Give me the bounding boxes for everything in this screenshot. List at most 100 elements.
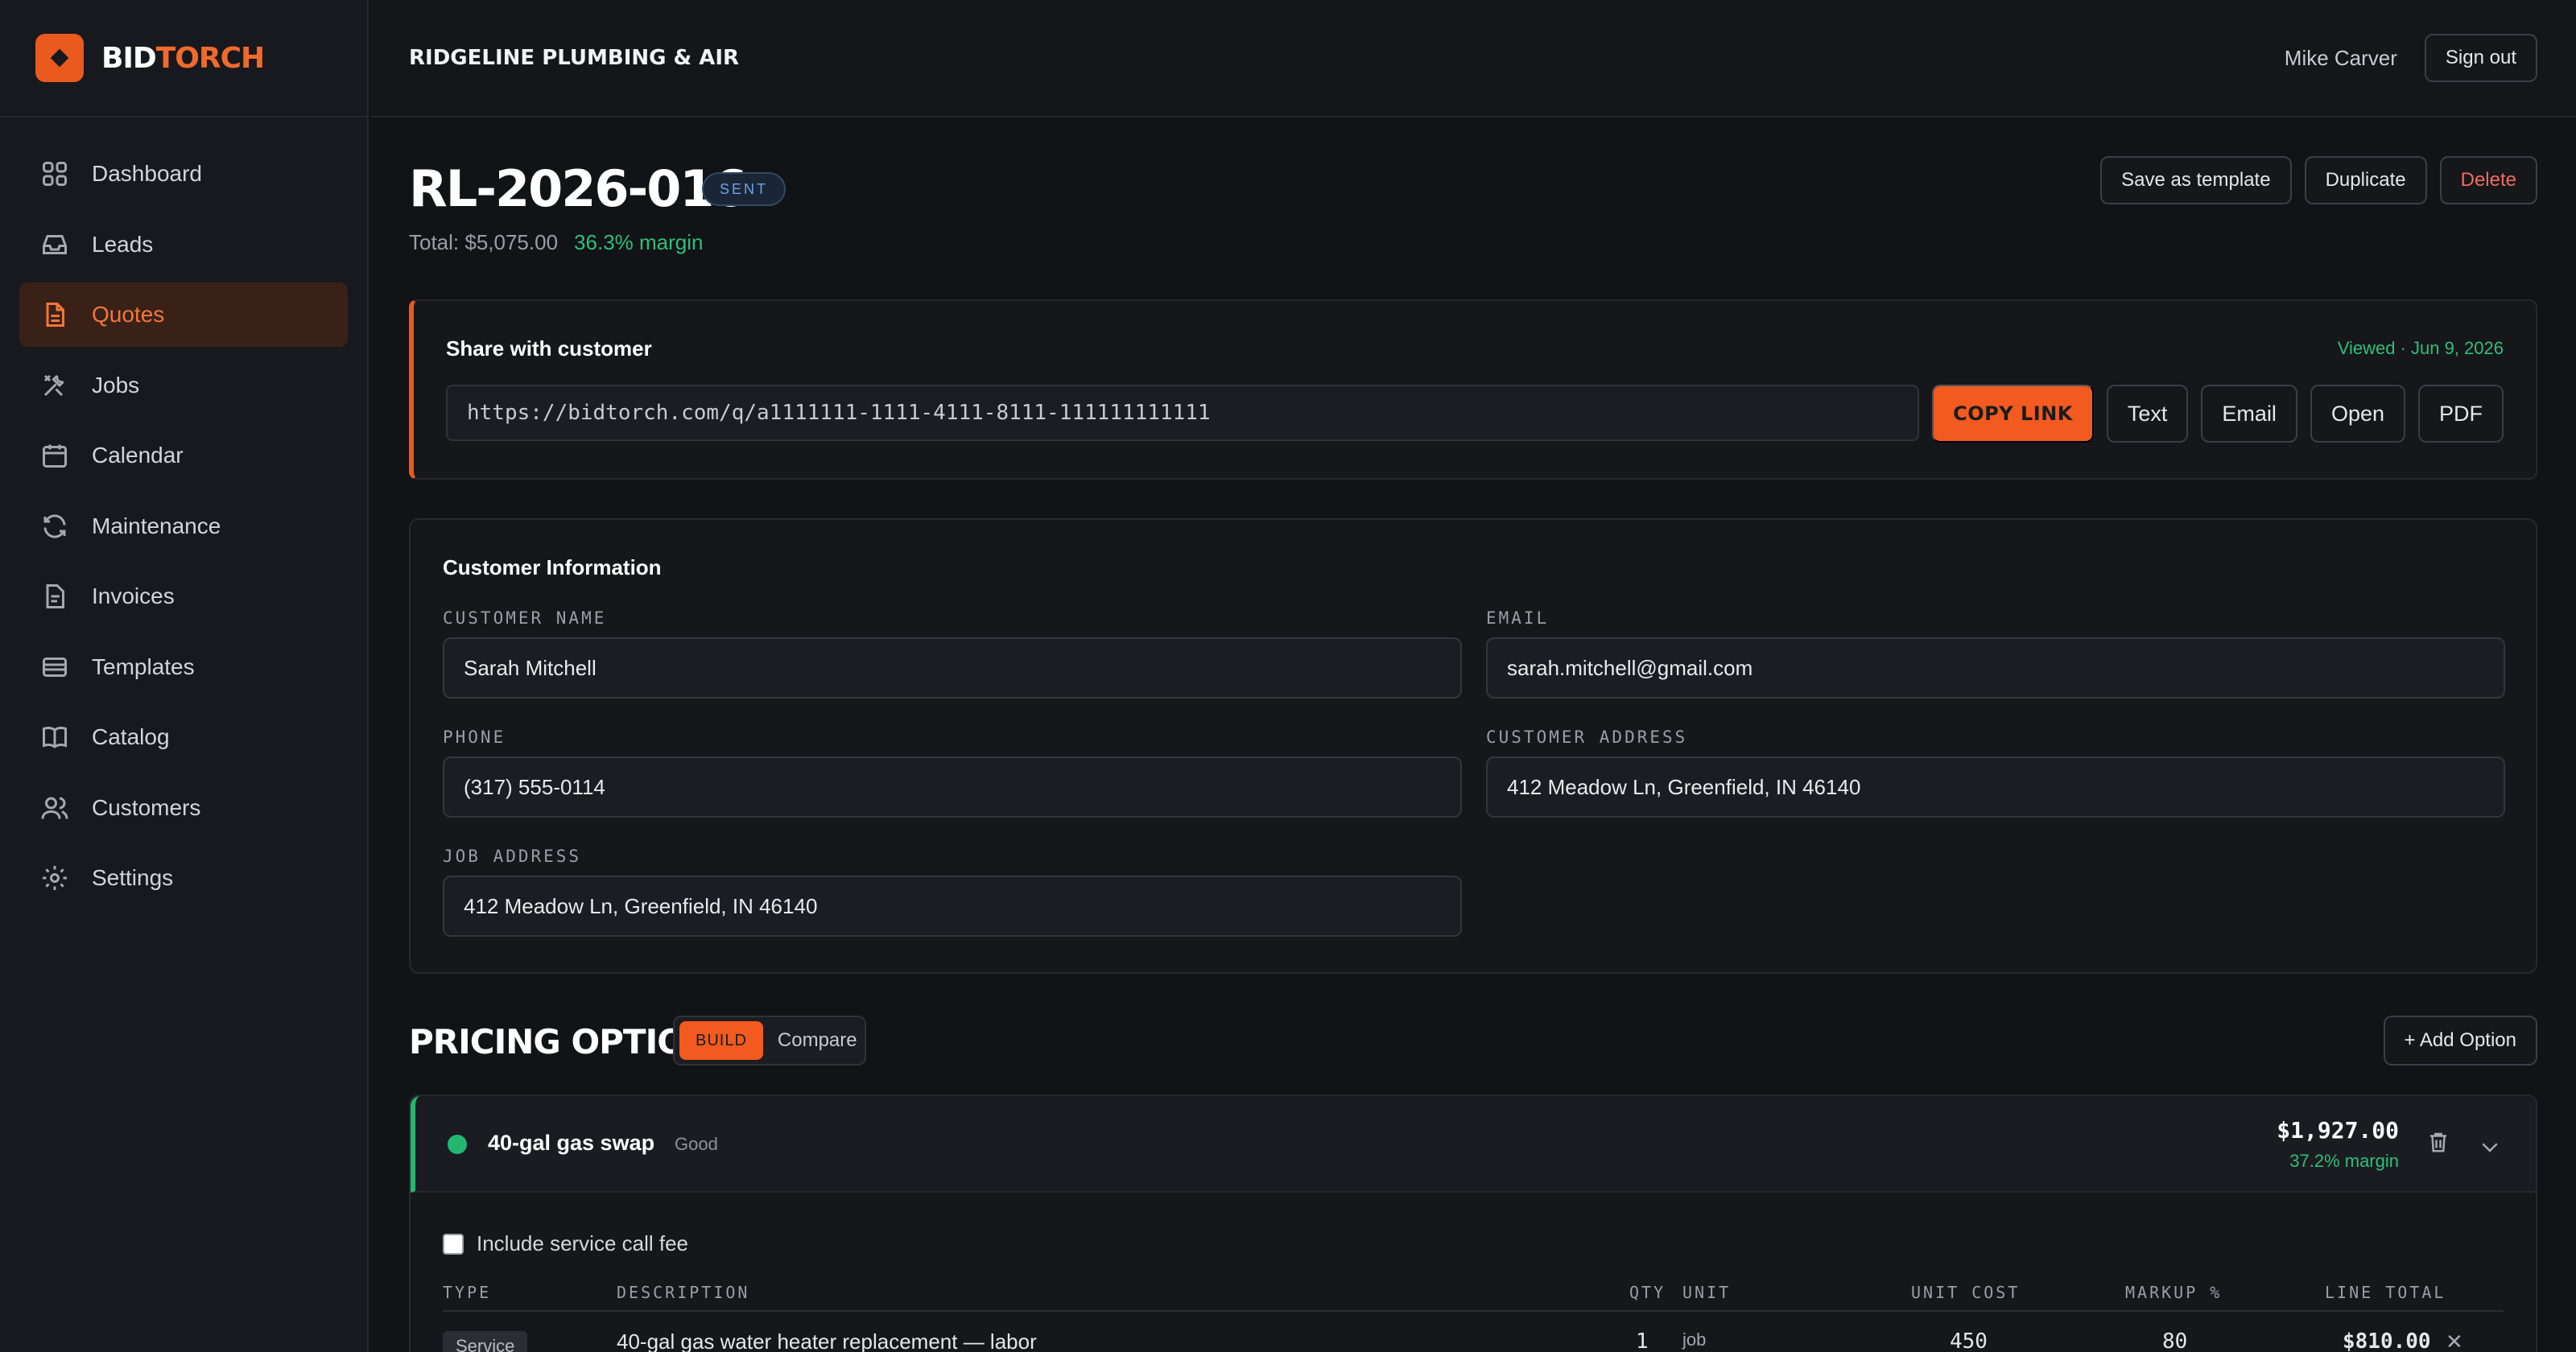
sidebar-item-customers[interactable]: Customers	[19, 776, 348, 840]
phone-field: PHONE (317) 555-0114	[443, 728, 1462, 818]
customer-name-input[interactable]: Sarah Mitchell	[443, 637, 1462, 699]
sidebar-item-settings[interactable]: Settings	[19, 846, 348, 910]
topbar: RIDGELINE PLUMBING & AIR Mike Carver Sig…	[370, 0, 2576, 117]
markup-cell[interactable]: 80	[2162, 1329, 2187, 1352]
sidebar-item-leads[interactable]: Leads	[19, 212, 348, 277]
sidebar-item-calendar[interactable]: Calendar	[19, 423, 348, 488]
sidebar-item-label: Jobs	[92, 372, 140, 398]
sidebar-item-label: Invoices	[92, 583, 175, 608]
type-chip[interactable]: Service	[443, 1331, 528, 1352]
table-row: Service 40-gal gas water heater replacem…	[443, 1329, 2504, 1352]
sidebar-item-catalog[interactable]: Catalog	[19, 705, 348, 769]
customer-address-field: CUSTOMER ADDRESS 412 Meadow Ln, Greenfie…	[1486, 728, 2505, 818]
quote-header: RL-2026-016 SENT Total: $5,075.00 36.3% m…	[409, 117, 2537, 299]
sidebar-item-label: Maintenance	[92, 513, 221, 538]
service-fee-toggle[interactable]: Include service call fee	[443, 1231, 688, 1256]
customer-address-input[interactable]: 412 Meadow Ln, Greenfield, IN 46140	[1486, 756, 2505, 818]
field-label: EMAIL	[1486, 608, 1550, 628]
column-header: UNIT	[1682, 1283, 1732, 1302]
column-header: DESCRIPTION	[617, 1283, 750, 1302]
sidebar-item-label: Dashboard	[92, 161, 202, 186]
logo-icon	[35, 34, 84, 82]
sidebar-item-dashboard[interactable]: Dashboard	[19, 142, 348, 206]
field-label: CUSTOMER ADDRESS	[1486, 728, 1688, 747]
unit-cost-cell[interactable]: 450	[1950, 1329, 1988, 1352]
compare-tab[interactable]: Compare	[778, 1029, 857, 1052]
calendar-icon	[43, 444, 67, 468]
sidebar-item-label: Templates	[92, 653, 195, 679]
inbox-icon	[43, 234, 67, 254]
sidebar-item-invoices[interactable]: Invoices	[19, 564, 348, 629]
delete-button[interactable]: Delete	[2439, 156, 2537, 204]
company-name: RIDGELINE PLUMBING & AIR	[409, 46, 740, 70]
sign-out-button[interactable]: Sign out	[2424, 34, 2537, 82]
share-panel: Share with customer Viewed · Jun 9, 2026…	[409, 299, 2537, 480]
brand-name: BIDTORCH	[101, 41, 265, 75]
option-header[interactable]: 40-gal gas swap Good $1,927.00 37.2% mar…	[411, 1096, 2536, 1193]
sidebar-item-label: Calendar	[92, 443, 184, 468]
sidebar-item-label: Quotes	[92, 302, 165, 327]
quote-actions: Save as template Duplicate Delete	[2100, 156, 2537, 204]
job-address-field: JOB ADDRESS 412 Meadow Ln, Greenfield, I…	[443, 847, 1462, 937]
share-row: https://bidtorch.com/q/a1111111-1111-411…	[446, 385, 2504, 443]
sidebar-item-quotes[interactable]: Quotes	[19, 282, 348, 347]
view-toggle: BUILD Compare	[673, 1016, 866, 1066]
sidebar-nav: Dashboard Leads Quotes Jobs Calendar Mai…	[0, 117, 367, 941]
email-button[interactable]: Email	[2201, 385, 2297, 443]
unit-cell[interactable]: job	[1682, 1329, 1706, 1350]
save-as-template-button[interactable]: Save as template	[2100, 156, 2292, 204]
sidebar-item-label: Settings	[92, 865, 174, 890]
gear-icon	[43, 866, 67, 890]
page-title: RL-2026-016	[409, 159, 748, 218]
sidebar-item-label: Catalog	[92, 724, 170, 749]
column-header: LINE TOTAL	[2325, 1283, 2446, 1302]
trash-icon	[2430, 1132, 2446, 1152]
open-button[interactable]: Open	[2310, 385, 2405, 443]
description-cell[interactable]: 40-gal gas water heater replacement — la…	[617, 1329, 1037, 1352]
service-fee-checkbox[interactable]	[443, 1233, 464, 1255]
users-icon	[41, 797, 68, 819]
option-tier: Good	[675, 1134, 718, 1154]
viewed-status: Viewed · Jun 9, 2026	[2337, 338, 2504, 358]
card-icon	[43, 657, 67, 677]
column-header: QTY	[1629, 1283, 1666, 1302]
option-margin: 37.2% margin	[2289, 1151, 2399, 1171]
dashboard-icon	[43, 162, 67, 186]
column-header: UNIT COST	[1911, 1283, 2021, 1302]
option-price: $1,927.00	[2277, 1117, 2399, 1144]
column-header: TYPE	[443, 1283, 492, 1302]
line-items-header: TYPE DESCRIPTION QTY UNIT UNIT COST MARK…	[443, 1283, 2504, 1312]
option-name: 40-gal gas swap	[488, 1131, 655, 1155]
sidebar: BIDTORCH Dashboard Leads Quotes Jobs Cal…	[0, 0, 369, 1352]
user-name[interactable]: Mike Carver	[2285, 46, 2397, 71]
pdf-button[interactable]: PDF	[2418, 385, 2504, 443]
main-content: RL-2026-016 SENT Total: $5,075.00 36.3% m…	[409, 117, 2537, 1352]
share-title: Share with customer	[446, 336, 652, 361]
status-dot	[448, 1135, 467, 1154]
pricing-header: PRICING OPTIONS BUILD Compare + Add Opti…	[409, 1016, 2537, 1067]
duplicate-button[interactable]: Duplicate	[2304, 156, 2427, 204]
sidebar-item-jobs[interactable]: Jobs	[19, 353, 348, 418]
remove-line-icon[interactable]: ✕	[2446, 1329, 2463, 1352]
sidebar-item-label: Customers	[92, 794, 201, 820]
add-option-button[interactable]: + Add Option	[2383, 1016, 2537, 1066]
margin-value: 36.3% margin	[574, 230, 704, 254]
brand[interactable]: BIDTORCH	[0, 0, 367, 117]
sidebar-item-maintenance[interactable]: Maintenance	[19, 494, 348, 559]
collapse-button[interactable]	[2478, 1135, 2502, 1163]
copy-link-button[interactable]: COPY LINK	[1932, 385, 2094, 443]
field-label: PHONE	[443, 728, 506, 747]
total-amount: Total: $5,075.00	[409, 230, 559, 254]
build-tab[interactable]: BUILD	[679, 1021, 763, 1060]
job-address-input[interactable]: 412 Meadow Ln, Greenfield, IN 46140	[443, 876, 1462, 937]
qty-cell[interactable]: 1	[1636, 1329, 1649, 1352]
service-fee-label: Include service call fee	[477, 1231, 689, 1255]
sidebar-item-templates[interactable]: Templates	[19, 635, 348, 699]
share-url-field[interactable]: https://bidtorch.com/q/a1111111-1111-411…	[446, 385, 1920, 441]
delete-option-button[interactable]	[2426, 1130, 2450, 1158]
column-header: MARKUP %	[2125, 1283, 2223, 1302]
quote-totals: Total: $5,075.00 36.3% margin	[409, 230, 703, 255]
email-input[interactable]: sarah.mitchell@gmail.com	[1486, 637, 2505, 699]
phone-input[interactable]: (317) 555-0114	[443, 756, 1462, 818]
text-button[interactable]: Text	[2106, 385, 2189, 443]
